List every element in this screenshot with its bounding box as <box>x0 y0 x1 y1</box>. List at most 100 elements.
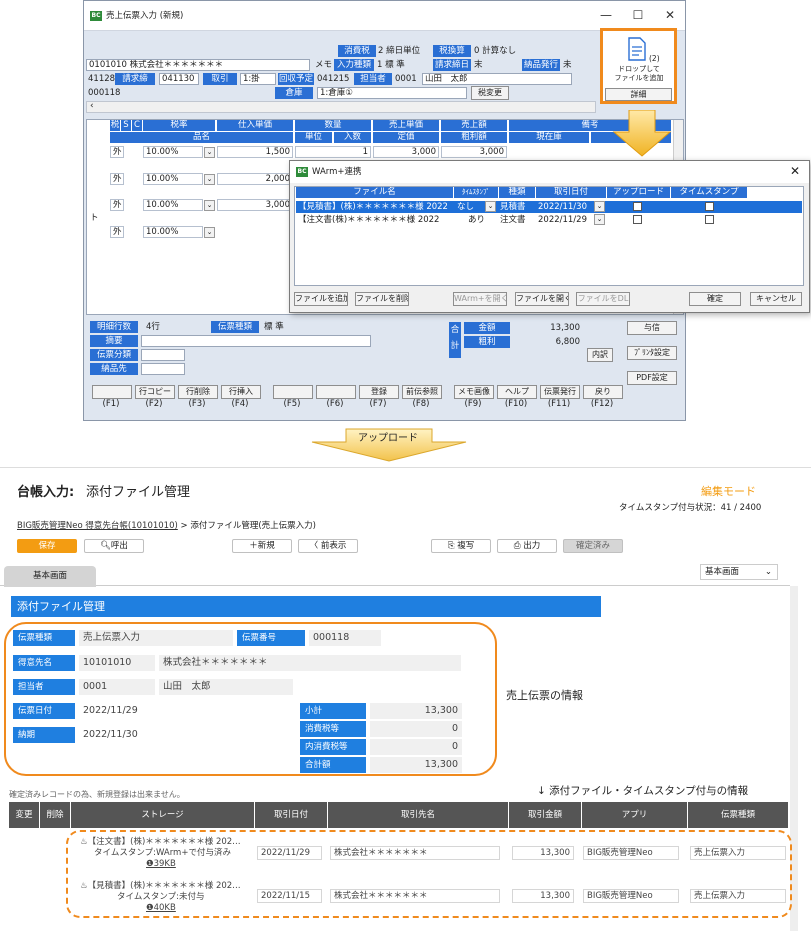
row3-cost[interactable]: 3,000 <box>217 199 293 211</box>
save-button[interactable]: 保存 <box>17 539 77 553</box>
f9-button[interactable]: メモ画像 <box>454 385 494 399</box>
lines-value: 4行 <box>146 322 160 332</box>
row3-rate[interactable]: 10.00% <box>143 199 203 211</box>
file-row-2-ts: あり <box>468 215 486 225</box>
slip-class-field[interactable] <box>141 349 185 361</box>
file-2-size[interactable]: ❶40KB <box>146 902 176 914</box>
total-label-2: 計 <box>450 341 460 351</box>
confirm-button[interactable]: 確定 <box>689 292 741 306</box>
f3-button[interactable]: 行削除 <box>178 385 218 399</box>
f4-button[interactable]: 行挿入 <box>221 385 261 399</box>
breakdown-button[interactable]: 内訳 <box>587 348 613 362</box>
open-warm-button[interactable]: WArm+を開く <box>453 292 507 306</box>
file-1-size[interactable]: ❶39KB <box>146 858 176 870</box>
copy-button[interactable]: ⎘ 複写 <box>431 539 491 553</box>
subtotal-value: 13,300 <box>370 703 462 719</box>
f2-button[interactable]: 行コピー <box>135 385 175 399</box>
close-button[interactable]: ✕ <box>661 7 679 23</box>
row4-rate[interactable]: 10.00% <box>143 226 203 238</box>
f7-button[interactable]: 登録 <box>359 385 399 399</box>
new-button[interactable]: ＋新規 <box>232 539 292 553</box>
tax-label: 消費税 <box>338 45 376 57</box>
view-select[interactable]: 基本画面 ⌄ <box>700 564 778 580</box>
open-file-button[interactable]: ファイルを開く <box>515 292 569 306</box>
row2-rate-dropdown-icon[interactable]: ⌄ <box>204 174 215 185</box>
drop-zone[interactable]: (2) ドロップして ファイルを追加 詳細 <box>600 28 677 104</box>
customer-field[interactable]: 0101010 株式会社＊＊＊＊＊＊＊ <box>86 59 310 71</box>
credit-button[interactable]: 与信 <box>627 321 677 335</box>
file-row-2-timestamp-checkbox[interactable] <box>705 215 714 224</box>
file-row-2-upload-checkbox[interactable] <box>633 215 642 224</box>
file-row-2-date-dropdown-icon[interactable]: ⌄ <box>594 214 605 225</box>
tax-change-button[interactable]: 税変更 <box>471 86 509 100</box>
row1-rate[interactable]: 10.00% <box>143 146 203 158</box>
profit-label: 粗利 <box>464 336 510 348</box>
document-icon <box>628 37 646 61</box>
detail-button[interactable]: 詳細 <box>605 88 672 101</box>
f8-button[interactable]: 前伝参照 <box>402 385 442 399</box>
call-button[interactable]: 🔍︎呼出 <box>84 539 144 553</box>
row4-tax[interactable]: 外 <box>110 226 124 238</box>
row1-qty[interactable]: 1 <box>295 146 371 158</box>
row1-rate-dropdown-icon[interactable]: ⌄ <box>204 147 215 158</box>
delivery-value: 未 <box>563 60 572 70</box>
memo-label: メモ <box>315 60 333 70</box>
row1-tax[interactable]: 外 <box>110 146 124 158</box>
file-1-kind: 売上伝票入力 <box>690 846 786 860</box>
row1-cost[interactable]: 1,500 <box>217 146 293 158</box>
th-amount: 取引金額 <box>509 802 581 828</box>
add-file-button[interactable]: ファイルを追加 <box>294 292 348 306</box>
files-annotation: ↓ 添付ファイル・タイムスタンプ付与の情報 <box>537 785 749 797</box>
billing-field[interactable]: 041130 <box>159 73 199 85</box>
pdf-settings-button[interactable]: PDF設定 <box>627 371 677 385</box>
customer-code: 0101010 <box>89 60 127 70</box>
row1-unit-price[interactable]: 3,000 <box>373 146 439 158</box>
summary-field[interactable] <box>141 335 371 347</box>
staff-name-field[interactable]: 山田 太郎 <box>422 73 572 85</box>
maximize-button[interactable]: ☐ <box>629 7 647 23</box>
cancel-button[interactable]: キャンセル <box>750 292 802 306</box>
printer-settings-button[interactable]: ﾌﾟﾘﾝﾀ設定 <box>627 346 677 360</box>
view-select-value: 基本画面 <box>705 567 740 577</box>
f6-button[interactable] <box>316 385 356 399</box>
trade-field[interactable]: 1:掛 <box>240 73 276 85</box>
f12-button[interactable]: 戻り <box>583 385 623 399</box>
header-scrollbar[interactable]: ‹ <box>86 101 596 113</box>
row2-cost[interactable]: 2,000 <box>217 173 293 185</box>
f1-button[interactable] <box>92 385 132 399</box>
delivery-to-field[interactable] <box>141 363 185 375</box>
f11-button[interactable]: 伝票発行 <box>540 385 580 399</box>
delete-file-button[interactable]: ファイルを削除 <box>355 292 409 306</box>
f5-button[interactable] <box>273 385 313 399</box>
dialog-close-icon[interactable]: ✕ <box>790 165 800 177</box>
tab-basic[interactable]: 基本画面 <box>4 566 96 587</box>
file-row-1-dropdown-icon[interactable]: ⌄ <box>485 201 496 212</box>
output-button[interactable]: ⎙ 出力 <box>497 539 557 553</box>
billing-code: 41128 <box>88 74 116 84</box>
row4-rate-dropdown-icon[interactable]: ⌄ <box>204 227 215 238</box>
warehouse-field[interactable]: 1:倉庫① <box>317 87 467 99</box>
row2-tax[interactable]: 外 <box>110 173 124 185</box>
minimize-button[interactable]: — <box>597 7 615 23</box>
f10-button[interactable]: ヘルプ <box>497 385 537 399</box>
row3-rate-dropdown-icon[interactable]: ⌄ <box>204 200 215 211</box>
timestamp-status: タイムスタンプ付与状況：41 / 2400 <box>619 503 762 513</box>
f8-caption: (F8) <box>412 399 430 409</box>
row3-tax[interactable]: 外 <box>110 199 124 211</box>
file-row-2-name[interactable]: 【注文書(株)＊＊＊＊＊＊＊様 2022 <box>298 214 453 226</box>
scroll-left-icon[interactable]: ‹ <box>90 101 94 111</box>
file-row-1-upload-checkbox[interactable] <box>633 202 642 211</box>
file-1-app: BIG販売管理Neo <box>583 846 679 860</box>
prev-button[interactable]: 〈 前表示 <box>298 539 358 553</box>
input-type-label: 入力種類 <box>334 59 374 71</box>
breadcrumb-link[interactable]: BIG販売管理Neo 得意先台帳(10101010) <box>17 521 178 531</box>
th-kind: 伝票種類 <box>688 802 788 828</box>
billing-close-value: 末 <box>474 60 483 70</box>
row2-rate[interactable]: 10.00% <box>143 173 203 185</box>
confirmed-button[interactable]: 確定済み <box>563 539 623 553</box>
file-row-1-date-dropdown-icon[interactable]: ⌄ <box>594 201 605 212</box>
download-file-button[interactable]: ファイルをDL <box>576 292 630 306</box>
row1-amount[interactable]: 3,000 <box>441 146 507 158</box>
file-row-1-timestamp-checkbox[interactable] <box>705 202 714 211</box>
customer-label: 得意先名 <box>13 655 75 671</box>
